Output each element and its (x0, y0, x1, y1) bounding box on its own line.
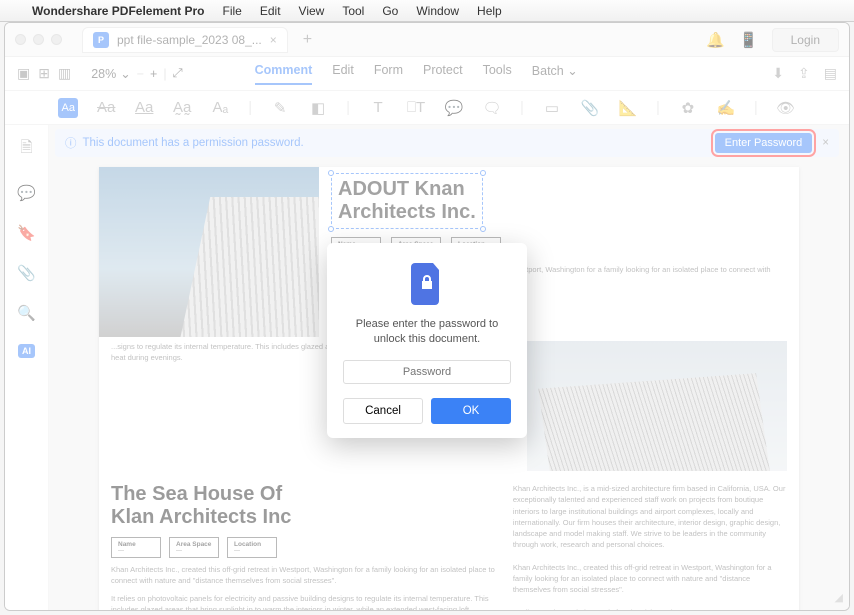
app-window: P ppt file-sample_2023 08_... × + 🔔 📱 Lo… (4, 22, 850, 611)
menu-help[interactable]: Help (477, 4, 502, 18)
app-name[interactable]: Wondershare PDFelement Pro (32, 4, 205, 18)
menu-go[interactable]: Go (382, 4, 398, 18)
menu-view[interactable]: View (299, 4, 325, 18)
password-dialog: Please enter the password to unlock this… (327, 243, 527, 438)
menu-tool[interactable]: Tool (342, 4, 364, 18)
ok-button[interactable]: OK (431, 398, 511, 424)
menu-window[interactable]: Window (416, 4, 459, 18)
password-input[interactable] (343, 360, 511, 384)
menu-edit[interactable]: Edit (260, 4, 281, 18)
cancel-button[interactable]: Cancel (343, 398, 423, 424)
system-menubar: Wondershare PDFelement Pro File Edit Vie… (0, 0, 854, 22)
menu-file[interactable]: File (223, 4, 242, 18)
dialog-message: Please enter the password to unlock this… (343, 317, 511, 348)
lock-document-icon (409, 263, 445, 305)
